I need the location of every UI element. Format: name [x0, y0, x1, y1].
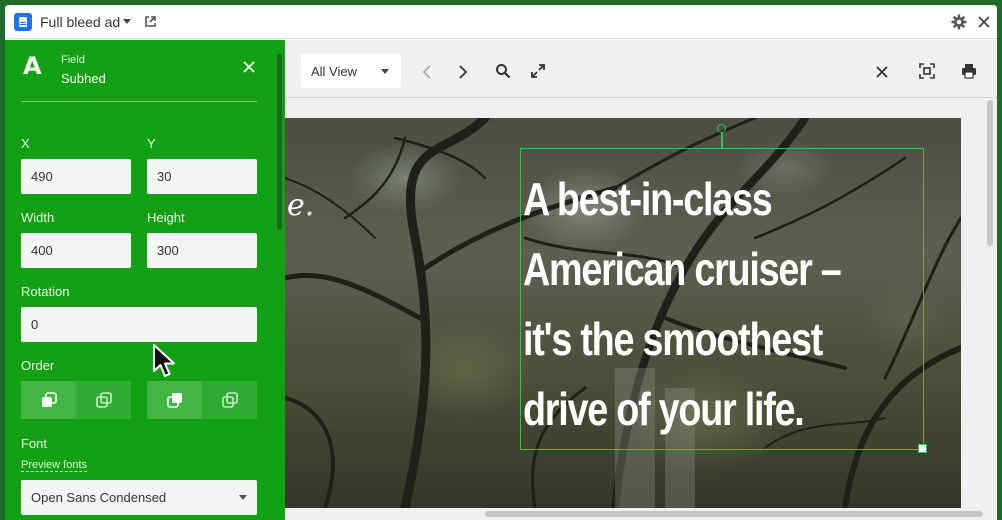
rotate-handle-stem: [721, 133, 723, 148]
order-label: Order: [21, 358, 55, 373]
font-label: Font: [21, 436, 48, 451]
width-label: Width: [21, 210, 55, 225]
send-to-back-button[interactable]: [147, 381, 202, 419]
chevron-down-icon: [239, 495, 247, 500]
height-input[interactable]: [147, 233, 257, 268]
send-backward-button[interactable]: [202, 381, 257, 419]
close-icon[interactable]: [242, 60, 256, 74]
font-select[interactable]: Open Sans Condensed: [21, 480, 257, 515]
gear-icon[interactable]: [951, 14, 967, 30]
panel-scrollbar[interactable]: [277, 54, 282, 230]
subhed-line: American cruiser –: [523, 243, 842, 295]
bring-forward-icon: [166, 393, 182, 408]
panel-subtitle: Field: [61, 54, 85, 66]
bring-forward-button[interactable]: [76, 381, 131, 419]
send-backward-icon: [95, 392, 112, 408]
rotate-handle[interactable]: [717, 124, 726, 133]
order-group-forward: [21, 381, 131, 419]
resize-handle[interactable]: [918, 444, 927, 453]
properties-panel: A Field Subhed X Y Width Height Rotation…: [5, 40, 285, 520]
rotation-input[interactable]: [21, 307, 257, 342]
preview-toolbar: All View: [285, 40, 997, 98]
subhed-line: A best-in-class: [523, 173, 773, 225]
script-text-fragment: e.: [287, 188, 315, 223]
expand-icon[interactable]: [530, 63, 546, 79]
y-label: Y: [147, 136, 156, 151]
preview-fonts-link[interactable]: Preview fonts: [21, 459, 88, 472]
view-select[interactable]: All View: [301, 54, 401, 88]
document-icon: [14, 13, 32, 31]
x-input[interactable]: [21, 159, 131, 194]
vertical-scrollbar[interactable]: [987, 100, 993, 246]
send-backward-icon: [221, 392, 238, 408]
open-external-icon[interactable]: [144, 15, 157, 28]
horizontal-scrollbar[interactable]: [485, 511, 983, 517]
font-select-value: Open Sans Condensed: [31, 490, 167, 505]
view-select-value: All View: [311, 64, 358, 79]
app-window: Full bleed ad A Field Subhed X 490 Y 30 …: [5, 5, 997, 520]
bring-forward-icon: [41, 392, 57, 407]
subhed-line: drive of your life.: [523, 383, 805, 435]
y-input[interactable]: [147, 159, 257, 194]
rotation-label: Rotation: [21, 284, 70, 299]
panel-title: Subhed: [61, 71, 106, 86]
subhed-text[interactable]: A best-in-class American cruiser – it's …: [523, 164, 851, 444]
x-label: X: [21, 136, 30, 151]
order-group-backward: [147, 381, 257, 419]
document-title[interactable]: Full bleed ad: [40, 14, 120, 30]
chevron-left-icon[interactable]: [420, 64, 436, 80]
close-icon[interactable]: [874, 64, 890, 80]
search-icon[interactable]: [495, 63, 511, 79]
title-bar: Full bleed ad: [5, 5, 997, 39]
subhed-line: it's the smoothest: [523, 313, 823, 365]
ad-canvas[interactable]: e. A best-in-class American cruiser – it…: [285, 118, 961, 508]
height-label: Height: [147, 210, 185, 225]
preview-area: All View e. A best-in-class American cru…: [285, 40, 997, 520]
fit-screen-icon[interactable]: [919, 63, 935, 79]
print-icon[interactable]: [961, 63, 977, 79]
text-field-icon: A: [23, 52, 42, 80]
chevron-down-icon[interactable]: [123, 19, 131, 24]
width-input[interactable]: [21, 233, 131, 268]
chevron-right-icon[interactable]: [454, 64, 470, 80]
chevron-down-icon: [381, 69, 389, 74]
bring-to-front-button[interactable]: [21, 381, 76, 419]
divider: [21, 101, 257, 102]
close-icon[interactable]: [977, 15, 991, 29]
mouse-cursor-icon: [153, 344, 175, 377]
